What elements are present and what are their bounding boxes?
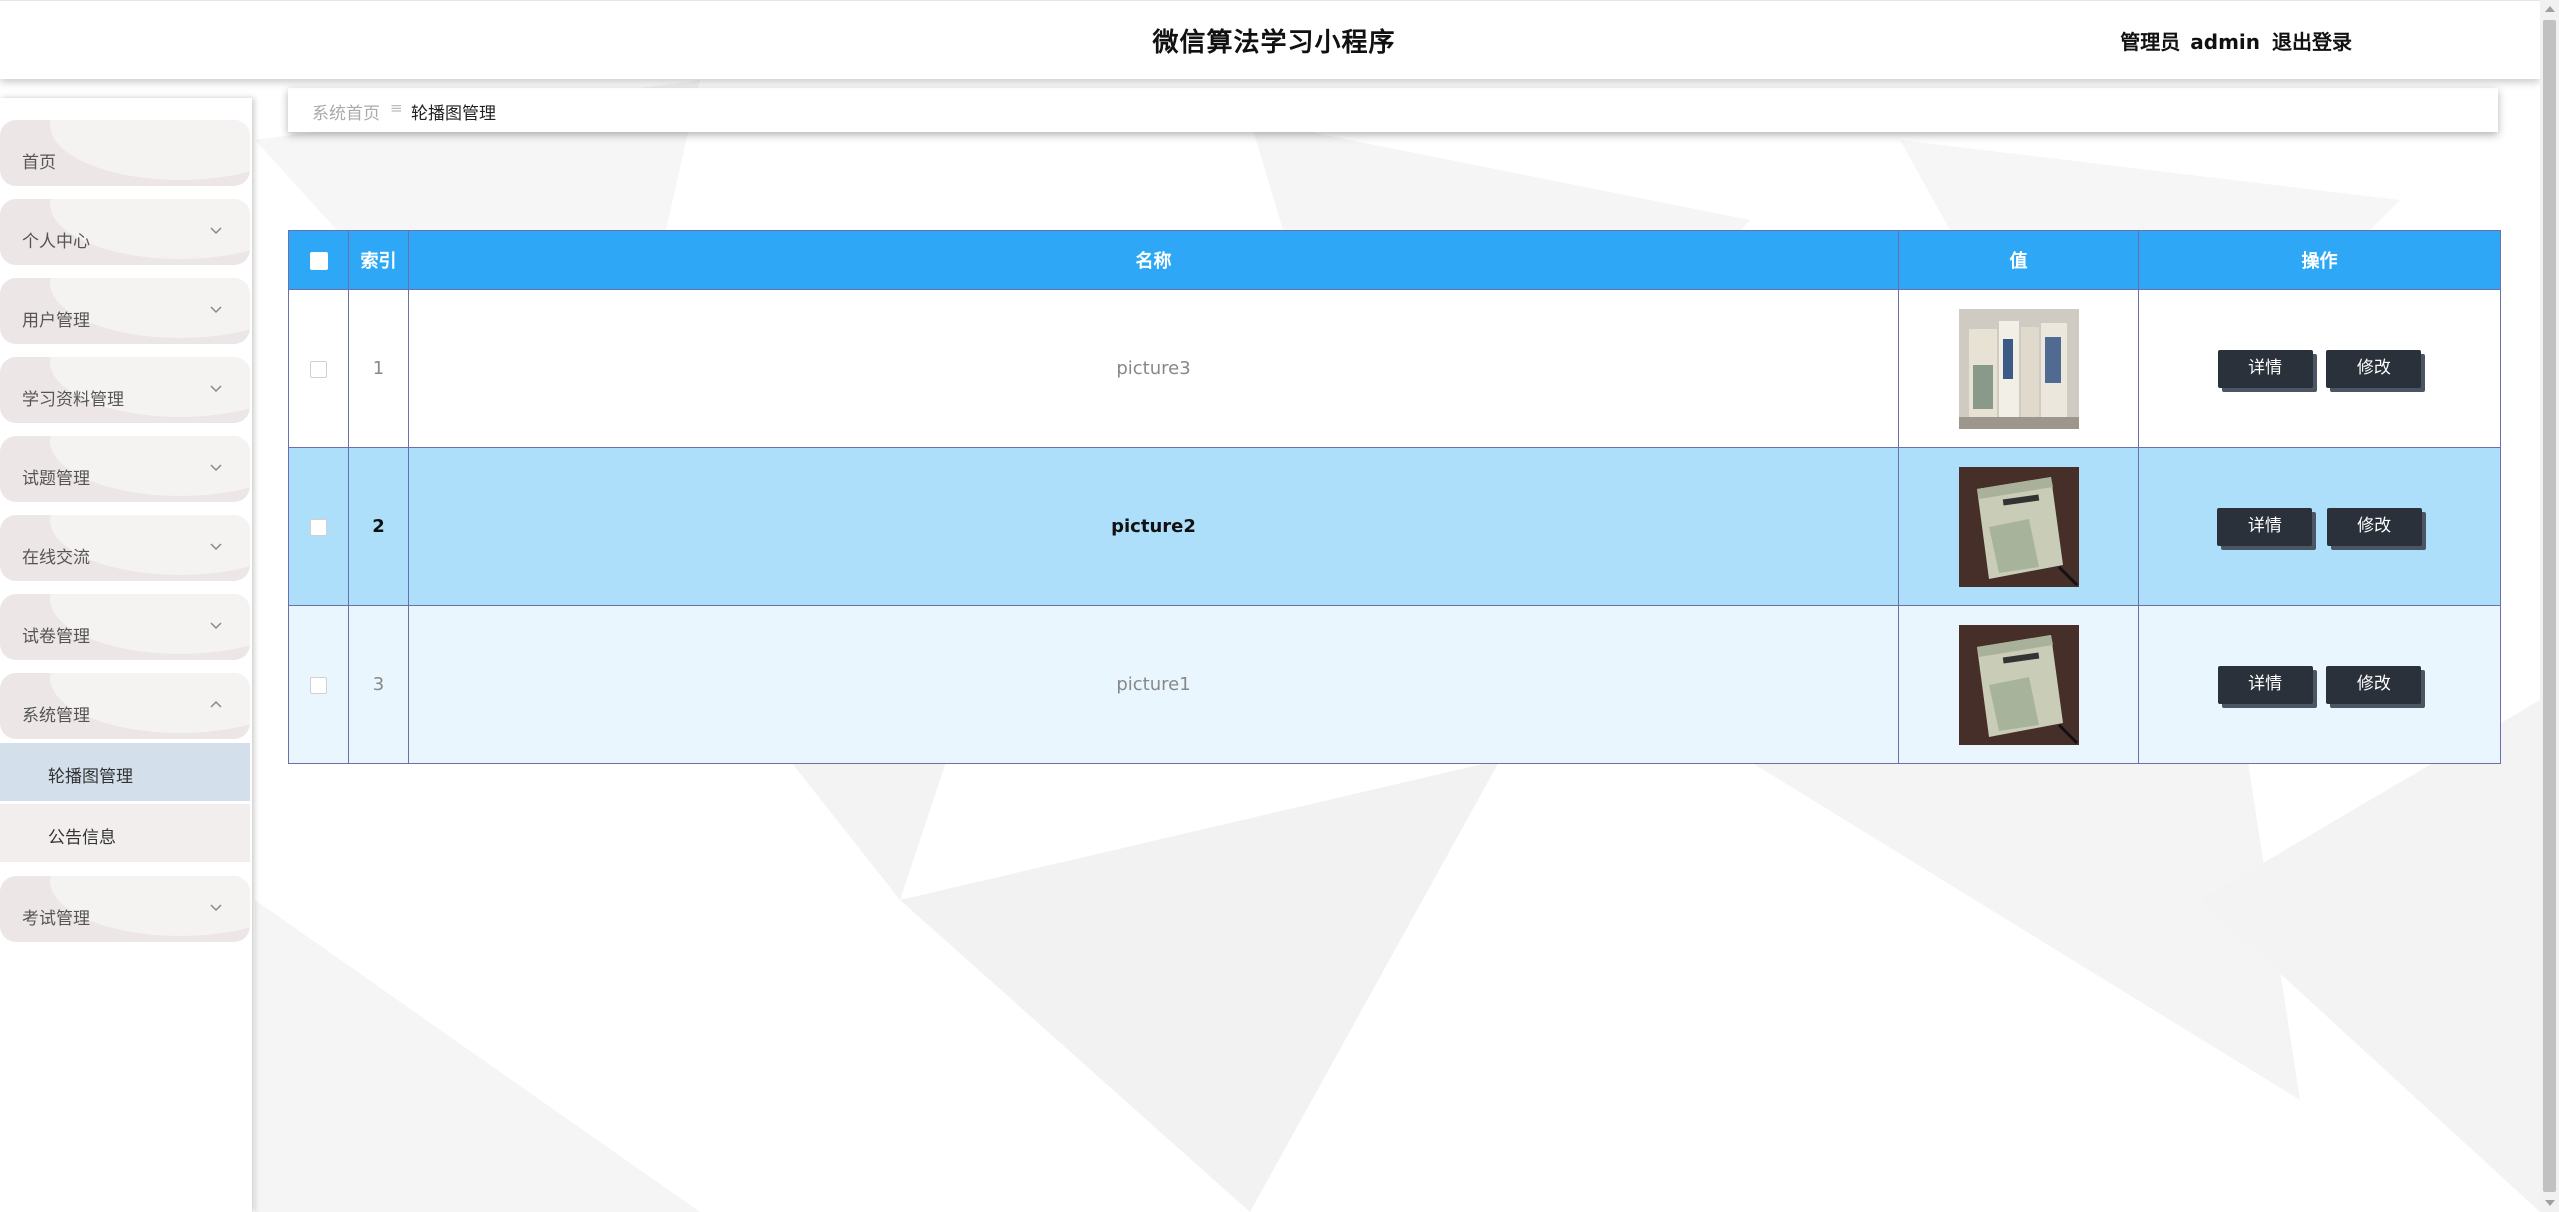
scrollbar-thumb[interactable]: [2543, 20, 2556, 1192]
row-actions: 详情 修改: [2138, 289, 2501, 448]
row-value-cell: [1898, 605, 2139, 764]
row-actions: 详情 修改: [2138, 447, 2501, 606]
sidebar-item-label: 考试管理: [22, 909, 90, 929]
sidebar-item-exam-management[interactable]: 考试管理: [0, 876, 250, 942]
table-row[interactable]: 2 picture2 详情 修改: [288, 447, 2501, 606]
sidebar-subitem-label: 公告信息: [48, 828, 116, 848]
chevron-down-icon: [210, 385, 222, 393]
sidebar-item-system-management[interactable]: 系统管理: [0, 673, 250, 739]
chevron-up-icon: [210, 700, 222, 708]
table-header-row: 索引 名称 值 操作: [288, 230, 2501, 290]
vertical-scrollbar[interactable]: [2540, 0, 2559, 1212]
select-all-checkbox[interactable]: [309, 251, 328, 270]
chevron-down-icon: [210, 622, 222, 630]
row-name: picture1: [408, 605, 1899, 764]
row-select-cell: [288, 605, 349, 764]
column-header-value[interactable]: 值: [1898, 230, 2139, 290]
row-index: 3: [348, 605, 409, 764]
chevron-down-icon: [210, 904, 222, 912]
sidebar: 首页 个人中心 用户管理 学习资料管理 试题管理 在线交流 试卷管理 系统管理 …: [0, 98, 252, 1212]
logout-link[interactable]: 退出登录: [2272, 30, 2352, 54]
select-all-header: [288, 230, 349, 290]
user-name: admin: [2190, 30, 2260, 54]
chevron-down-icon: [210, 464, 222, 472]
edit-button[interactable]: 修改: [2326, 665, 2422, 704]
sidebar-item-label: 在线交流: [22, 548, 90, 568]
breadcrumb-separator-icon: ≡: [390, 99, 403, 117]
sidebar-item-label: 首页: [22, 153, 56, 173]
row-value-cell: [1898, 447, 2139, 606]
row-name: picture3: [408, 289, 1899, 448]
row-select-cell: [288, 447, 349, 606]
chevron-down-icon: [210, 543, 222, 551]
breadcrumb-home-link[interactable]: 系统首页: [312, 99, 380, 124]
sidebar-item-online-chat[interactable]: 在线交流: [0, 515, 250, 581]
edit-button[interactable]: 修改: [2326, 507, 2422, 546]
row-index: 2: [348, 447, 409, 606]
sidebar-item-label: 试卷管理: [22, 627, 90, 647]
sidebar-item-study-materials[interactable]: 学习资料管理: [0, 357, 250, 423]
sidebar-item-label: 试题管理: [22, 469, 90, 489]
sidebar-subitem-announcements[interactable]: 公告信息: [0, 804, 250, 862]
column-header-actions: 操作: [2138, 230, 2501, 290]
sidebar-item-home[interactable]: 首页: [0, 120, 250, 186]
row-actions: 详情 修改: [2138, 605, 2501, 764]
sidebar-item-questions[interactable]: 试题管理: [0, 436, 250, 502]
chevron-down-icon: [210, 227, 222, 235]
row-select-cell: [288, 289, 349, 448]
sidebar-item-personal-center[interactable]: 个人中心: [0, 199, 250, 265]
column-header-index[interactable]: 索引: [348, 230, 409, 290]
sidebar-subitem-carousel[interactable]: 轮播图管理: [0, 743, 250, 801]
sidebar-subitem-label: 轮播图管理: [48, 767, 133, 787]
chevron-down-icon: [210, 306, 222, 314]
detail-button[interactable]: 详情: [2217, 665, 2313, 704]
sidebar-item-label: 学习资料管理: [22, 390, 124, 410]
sidebar-item-label: 系统管理: [22, 706, 90, 726]
user-role: 管理员: [2120, 30, 2181, 54]
breadcrumb: 系统首页 ≡ 轮播图管理: [288, 88, 2498, 132]
row-checkbox[interactable]: [310, 360, 327, 378]
row-index: 1: [348, 289, 409, 448]
scroll-down-arrow-icon[interactable]: [2545, 1200, 2555, 1206]
row-checkbox[interactable]: [310, 676, 327, 694]
row-value-cell: [1898, 289, 2139, 448]
sidebar-item-label: 用户管理: [22, 311, 90, 331]
row-checkbox[interactable]: [310, 518, 327, 536]
detail-button[interactable]: 详情: [2217, 507, 2313, 546]
column-header-name[interactable]: 名称: [408, 230, 1899, 290]
top-header: 微信算法学习小程序 管理员 admin 退出登录: [0, 0, 2540, 79]
row-name: picture2: [408, 447, 1899, 606]
table-row[interactable]: 3 picture1 详情 修改: [288, 605, 2501, 764]
user-area: 管理员 admin 退出登录: [2120, 26, 2352, 55]
book-on-desk-thumbnail[interactable]: [1958, 624, 2079, 745]
detail-button[interactable]: 详情: [2217, 349, 2313, 388]
scroll-up-arrow-icon[interactable]: [2545, 6, 2555, 12]
carousel-table: 索引 名称 值 操作 1 picture3 详情 修改 2 picture2 详…: [288, 230, 2501, 764]
sidebar-item-label: 个人中心: [22, 232, 90, 252]
sidebar-item-user-management[interactable]: 用户管理: [0, 278, 250, 344]
edit-button[interactable]: 修改: [2326, 349, 2422, 388]
sidebar-item-exam-papers[interactable]: 试卷管理: [0, 594, 250, 660]
carousel-table-container: 索引 名称 值 操作 1 picture3 详情 修改 2 picture2 详…: [288, 230, 2501, 764]
table-row[interactable]: 1 picture3 详情 修改: [288, 289, 2501, 448]
book-on-desk-thumbnail[interactable]: [1958, 466, 2079, 587]
breadcrumb-current: 轮播图管理: [411, 104, 496, 124]
books-on-shelf-thumbnail[interactable]: [1958, 308, 2079, 429]
